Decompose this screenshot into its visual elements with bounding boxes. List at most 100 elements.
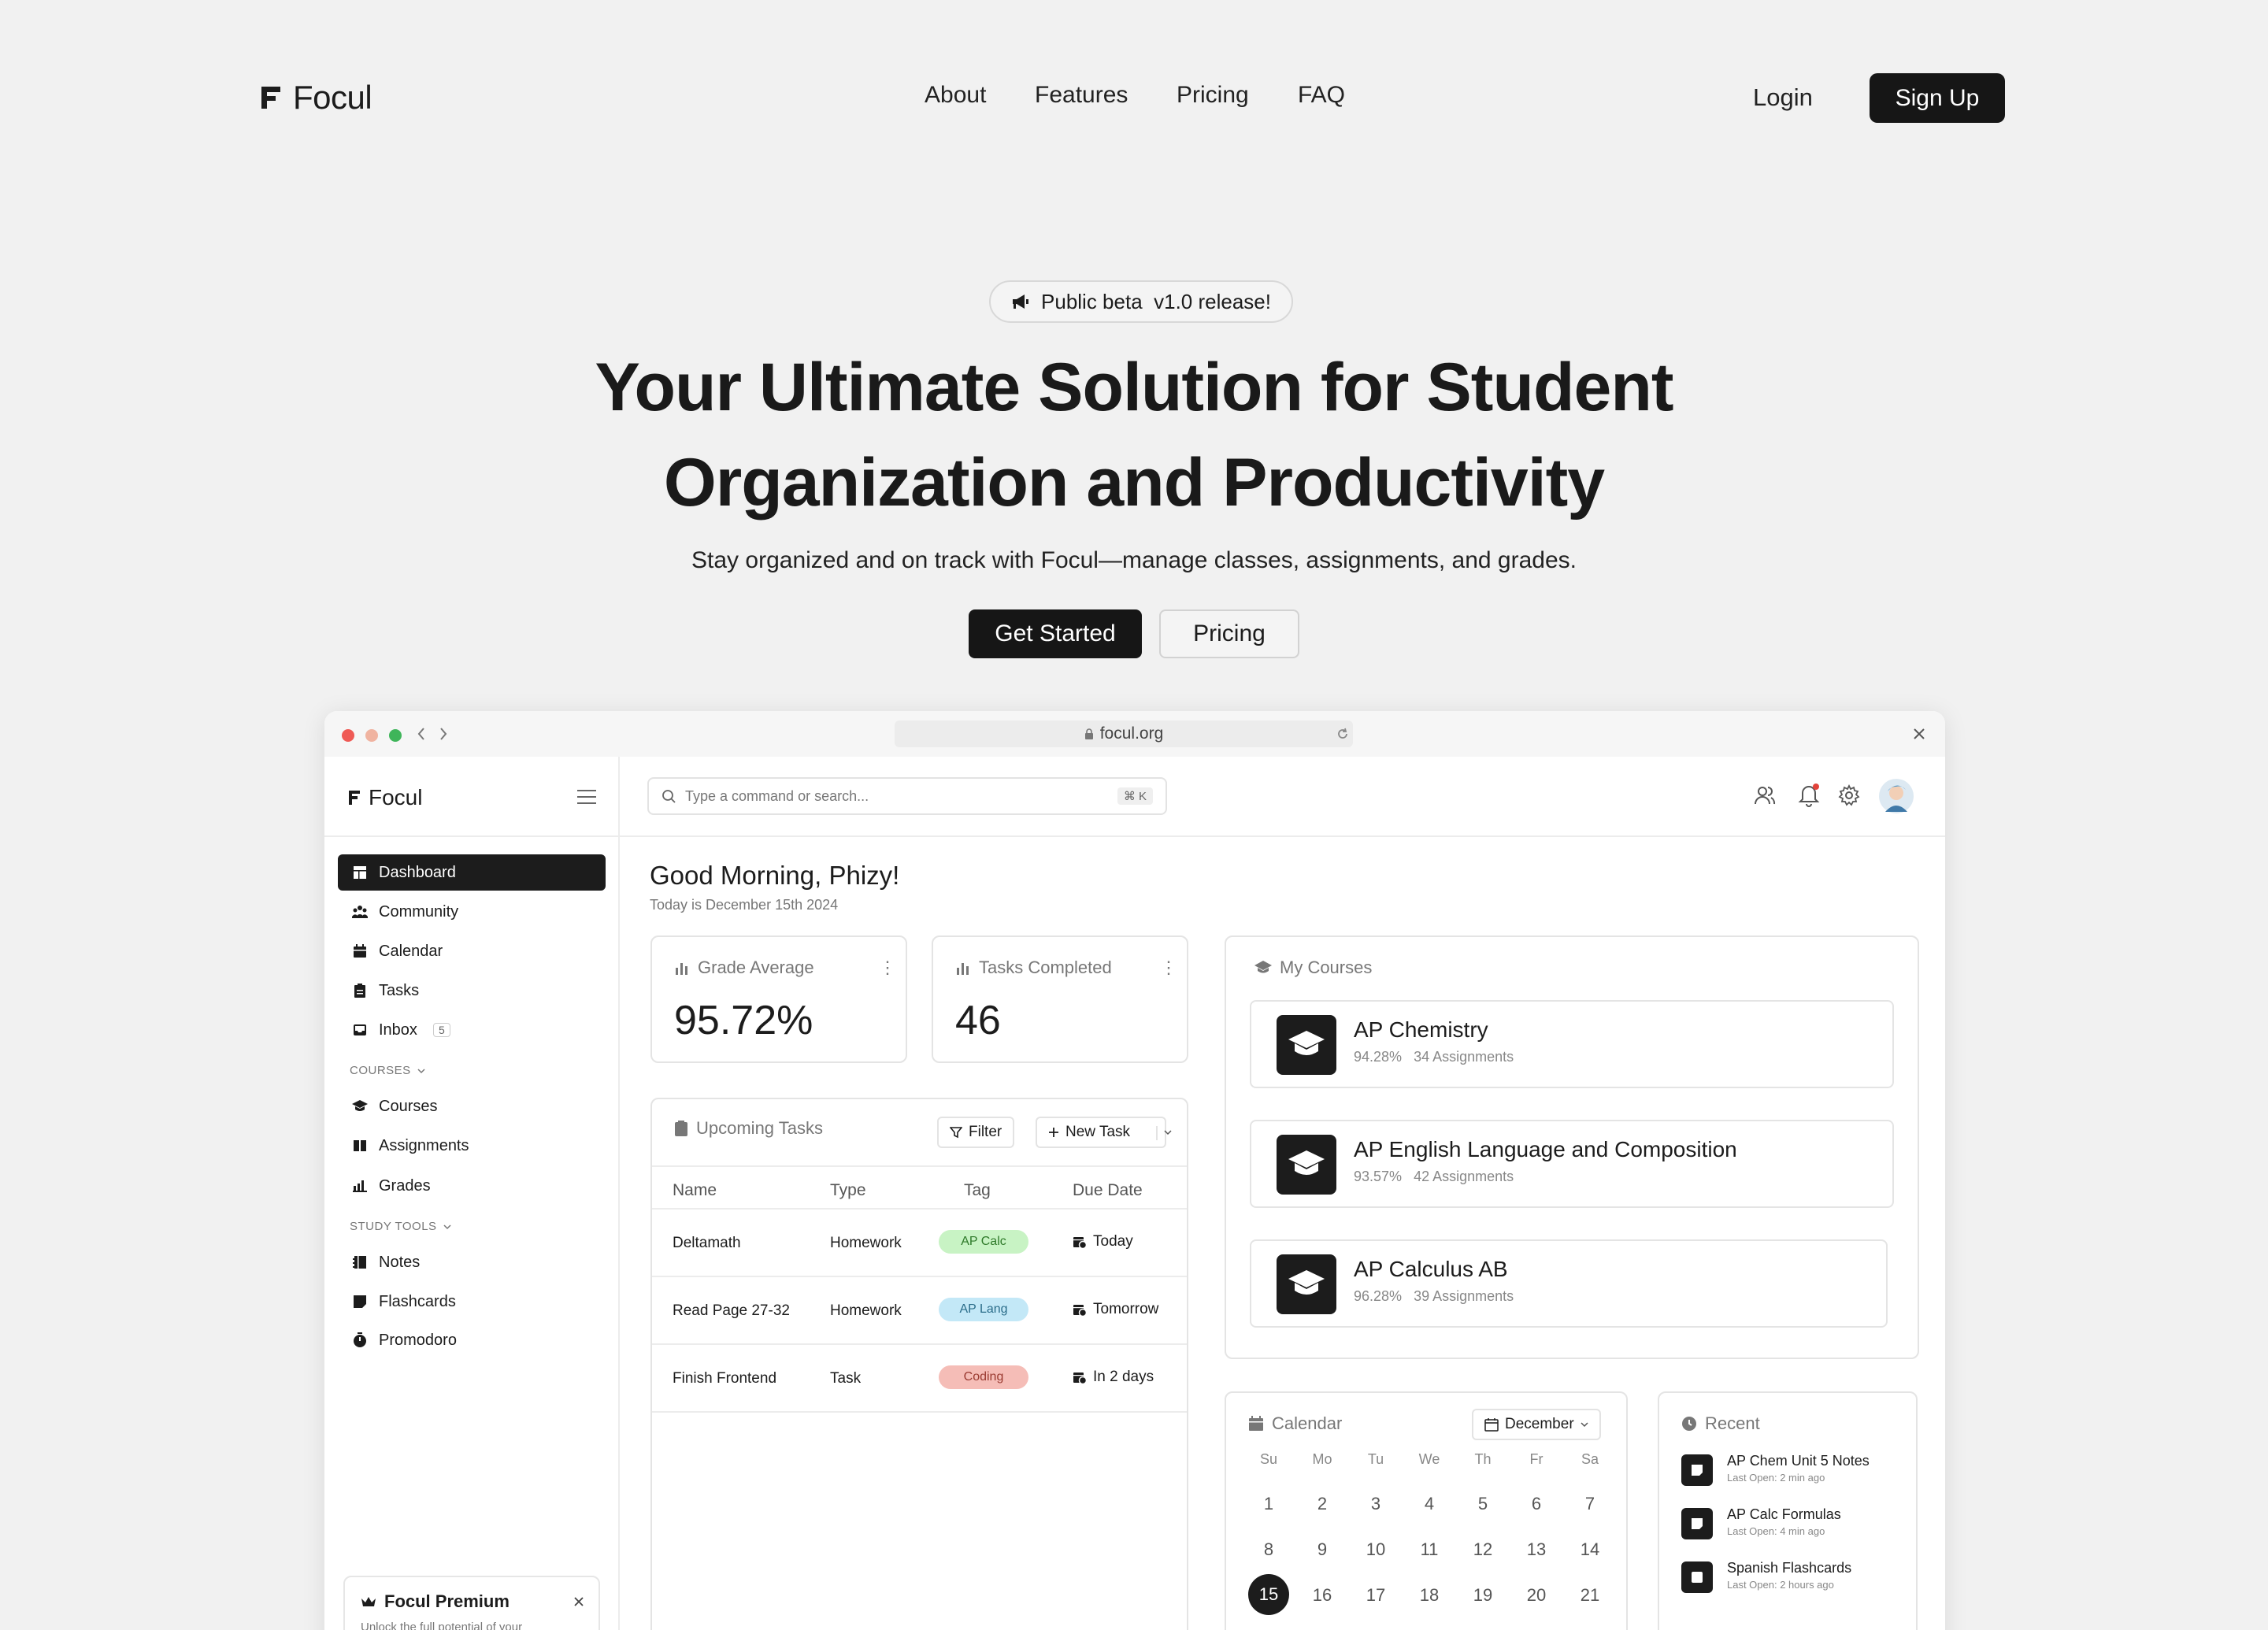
nav-about[interactable]: About	[925, 82, 986, 109]
close-icon[interactable]	[573, 1596, 584, 1607]
filter-button[interactable]: Filter	[937, 1117, 1015, 1148]
focul-logo-icon	[348, 790, 361, 806]
course-grade: 96.28%	[1354, 1288, 1403, 1304]
course-meta: 94.28% 34 Assignments	[1354, 1049, 1514, 1065]
column-header-tag[interactable]: Tag	[964, 1181, 991, 1200]
close-dot[interactable]	[342, 729, 354, 742]
course-assignments: 34 Assignments	[1414, 1049, 1514, 1065]
course-card-ap-calculus[interactable]: AP Calculus AB 96.28% 39 Assignments	[1250, 1239, 1888, 1328]
column-header-type[interactable]: Type	[830, 1181, 866, 1200]
reload-icon[interactable]	[1336, 727, 1350, 741]
sidebar-item-grades[interactable]: Grades	[338, 1168, 606, 1204]
calendar-day[interactable]: 8	[1242, 1539, 1295, 1560]
calendar-day[interactable]: 21	[1563, 1585, 1617, 1606]
notification-bell-icon[interactable]	[1797, 782, 1821, 807]
calendar-day[interactable]: 13	[1510, 1539, 1563, 1560]
calendar-day[interactable]: 12	[1456, 1539, 1510, 1560]
recent-name: AP Chem Unit 5 Notes	[1727, 1453, 1870, 1469]
table-row[interactable]: Finish Frontend Task Coding In 2 days	[652, 1345, 1187, 1411]
table-row[interactable]: Read Page 27-32 Homework AP Lang Tomorro…	[652, 1277, 1187, 1343]
more-options-icon[interactable]: ⋮	[879, 958, 896, 978]
users-icon[interactable]	[1753, 784, 1777, 807]
back-icon[interactable]	[416, 724, 427, 744]
sidebar-item-community[interactable]: Community	[338, 894, 606, 930]
avatar[interactable]	[1879, 779, 1914, 813]
my-courses-card: My Courses AP Chemistry 94.28% 34 Assign…	[1225, 935, 1919, 1359]
calendar-day[interactable]: 1	[1242, 1494, 1295, 1514]
new-task-button[interactable]: New Task	[1036, 1117, 1167, 1148]
task-type: Task	[830, 1370, 862, 1387]
forward-icon[interactable]	[438, 724, 449, 744]
chevron-down-icon[interactable]	[1164, 1129, 1172, 1135]
nav-faq[interactable]: FAQ	[1298, 82, 1345, 109]
weekday-label: Th	[1474, 1451, 1492, 1467]
pricing-button[interactable]: Pricing	[1159, 609, 1299, 658]
minimize-dot[interactable]	[365, 729, 378, 742]
sidebar-item-promodoro[interactable]: Promodoro	[338, 1322, 606, 1358]
bar-chart-icon	[674, 960, 690, 976]
megaphone-icon	[1011, 293, 1030, 310]
recent-title: Recent	[1681, 1413, 1760, 1434]
calendar-day[interactable]: 11	[1403, 1539, 1456, 1560]
calendar-day[interactable]: 20	[1510, 1585, 1563, 1606]
button-divider	[1156, 1126, 1158, 1140]
nav-pricing[interactable]: Pricing	[1177, 82, 1249, 109]
maximize-dot[interactable]	[389, 729, 402, 742]
table-row[interactable]: Deltamath Homework AP Calc Today	[652, 1210, 1187, 1276]
site-logo[interactable]: Focul	[260, 79, 372, 117]
recent-item[interactable]: AP Calc Formulas Last Open: 4 min ago	[1681, 1506, 1910, 1546]
sidebar-item-tasks[interactable]: Tasks	[338, 972, 606, 1009]
calendar-day[interactable]: 18	[1403, 1585, 1456, 1606]
menu-icon[interactable]	[576, 788, 597, 806]
column-header-due-date[interactable]: Due Date	[1073, 1181, 1143, 1200]
calendar-day[interactable]: 4	[1403, 1494, 1456, 1514]
sidebar-item-assignments[interactable]: Assignments	[338, 1128, 606, 1164]
calendar-icon	[1484, 1417, 1499, 1432]
calendar-day[interactable]: 9	[1295, 1539, 1349, 1560]
sidebar-item-flashcards[interactable]: Flashcards	[338, 1284, 606, 1320]
calendar-day[interactable]: 5	[1456, 1494, 1510, 1514]
calendar-day[interactable]: 17	[1349, 1585, 1403, 1606]
more-options-icon[interactable]: ⋮	[1160, 958, 1177, 978]
beta-badge[interactable]: Public beta v1.0 release!	[989, 280, 1293, 323]
month-select[interactable]: December	[1472, 1409, 1601, 1440]
study-tools-section-header[interactable]: STUDY TOOLS	[350, 1220, 451, 1233]
course-card-ap-english[interactable]: AP English Language and Composition 93.5…	[1250, 1120, 1894, 1208]
calendar-day[interactable]: 3	[1349, 1494, 1403, 1514]
calendar-day[interactable]: 2	[1295, 1494, 1349, 1514]
nav-features[interactable]: Features	[1035, 82, 1128, 109]
get-started-button[interactable]: Get Started	[969, 609, 1142, 658]
calendar-day[interactable]: 14	[1563, 1539, 1617, 1560]
recent-item[interactable]: AP Chem Unit 5 Notes Last Open: 2 min ag…	[1681, 1453, 1910, 1492]
course-card-ap-chemistry[interactable]: AP Chemistry 94.28% 34 Assignments	[1250, 1000, 1894, 1088]
command-search-input[interactable]: Type a command or search... ⌘ K	[647, 777, 1167, 815]
sidebar-item-label: Community	[379, 902, 459, 921]
calendar-day[interactable]: 7	[1563, 1494, 1617, 1514]
courses-section-header[interactable]: COURSES	[350, 1064, 425, 1077]
calendar-day[interactable]: 6	[1510, 1494, 1563, 1514]
settings-gear-icon[interactable]	[1838, 784, 1860, 806]
calendar-day[interactable]: 10	[1349, 1539, 1403, 1560]
calendar-clock-icon	[1073, 1370, 1087, 1384]
hero-subtitle: Stay organized and on track with Focul—m…	[691, 547, 1577, 573]
close-window-icon[interactable]	[1912, 727, 1926, 741]
url-bar[interactable]: focul.org	[895, 721, 1353, 747]
signup-button[interactable]: Sign Up	[1870, 73, 2005, 123]
sidebar-item-notes[interactable]: Notes	[338, 1244, 606, 1280]
sidebar-item-inbox[interactable]: Inbox 5	[338, 1012, 606, 1048]
recent-item[interactable]: Spanish Flashcards Last Open: 2 hours ag…	[1681, 1560, 1910, 1599]
login-link[interactable]: Login	[1753, 83, 1813, 112]
calendar-day-today[interactable]: 15	[1248, 1574, 1289, 1615]
app-sidebar: Focul Dashboard Community Calendar Tasks…	[324, 757, 620, 1630]
clipboard-icon	[674, 1121, 688, 1136]
premium-promo-card[interactable]: Focul Premium Unlock the full potential …	[343, 1576, 600, 1630]
calendar-day[interactable]: 16	[1295, 1585, 1349, 1606]
column-header-name[interactable]: Name	[673, 1181, 717, 1200]
sidebar-item-calendar[interactable]: Calendar	[338, 933, 606, 969]
app-logo[interactable]: Focul	[348, 785, 422, 810]
beta-badge-label: Public beta v1.0 release!	[1041, 289, 1271, 313]
app-brand-name: Focul	[369, 785, 423, 809]
sidebar-item-courses[interactable]: Courses	[338, 1088, 606, 1124]
calendar-day[interactable]: 19	[1456, 1585, 1510, 1606]
sidebar-item-dashboard[interactable]: Dashboard	[338, 854, 606, 891]
